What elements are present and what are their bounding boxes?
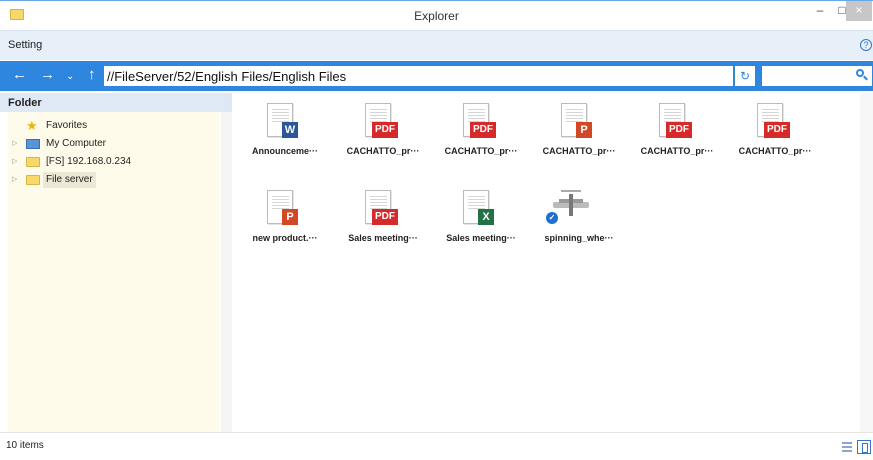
tree-item-label: File server bbox=[43, 172, 96, 188]
file-item[interactable]: PDF CACHATTO_pr··· bbox=[433, 93, 529, 173]
tree-item-fs-server[interactable]: ▷ [FS] 192.168.0.234 bbox=[8, 154, 220, 170]
sidebar-scrollbar[interactable] bbox=[221, 112, 232, 432]
history-dropdown-button[interactable]: ⌄ bbox=[66, 69, 74, 85]
pdf-file-icon: PDF bbox=[365, 190, 398, 225]
computer-icon bbox=[26, 139, 40, 149]
file-item[interactable]: W Announceme··· bbox=[237, 93, 333, 173]
folder-tree-header: Folder bbox=[0, 93, 231, 112]
path-input[interactable] bbox=[104, 66, 733, 86]
address-bar: ← → ⌄ ↑ ↻ bbox=[0, 61, 873, 91]
forward-button[interactable]: → bbox=[40, 67, 55, 83]
word-file-icon: W bbox=[267, 103, 298, 138]
minimize-button[interactable]: – bbox=[808, 1, 832, 21]
help-icon[interactable]: ? bbox=[860, 39, 872, 51]
file-name: CACHATTO_pr··· bbox=[738, 146, 812, 156]
pdf-file-icon: PDF bbox=[463, 103, 496, 138]
menu-bar: Setting ? bbox=[0, 30, 873, 60]
folder-icon bbox=[26, 175, 40, 185]
file-name: CACHATTO_pr··· bbox=[444, 146, 518, 156]
checkmark-icon: ✓ bbox=[546, 212, 558, 224]
folder-icon bbox=[26, 157, 40, 167]
content-scrollbar[interactable] bbox=[860, 93, 873, 432]
panel-view-icon[interactable] bbox=[857, 440, 871, 454]
setting-menu[interactable]: Setting bbox=[8, 39, 42, 51]
file-name: Sales meeting··· bbox=[348, 233, 418, 243]
powerpoint-file-icon: P bbox=[561, 103, 592, 138]
tree-item-label: [FS] 192.168.0.234 bbox=[46, 156, 132, 167]
file-item[interactable]: PDF CACHATTO_pr··· bbox=[727, 93, 823, 173]
window-title: Explorer bbox=[414, 9, 459, 23]
tree-item-my-computer[interactable]: ▷ My Computer bbox=[8, 136, 220, 152]
file-item[interactable]: P CACHATTO_pr··· bbox=[531, 93, 627, 173]
pdf-file-icon: PDF bbox=[365, 103, 398, 138]
file-item[interactable]: ✓ spinning_whe··· bbox=[531, 180, 627, 260]
list-view-icon[interactable] bbox=[842, 442, 852, 452]
excel-file-icon: X bbox=[463, 190, 494, 225]
pdf-file-icon: PDF bbox=[659, 103, 692, 138]
item-count: 10 items bbox=[6, 440, 44, 451]
pdf-file-icon: PDF bbox=[757, 103, 790, 138]
expand-arrow-icon[interactable]: ▷ bbox=[12, 136, 17, 152]
file-name: new product.··· bbox=[252, 233, 318, 243]
file-item[interactable]: PDF Sales meeting··· bbox=[335, 180, 431, 260]
status-bar: 10 items bbox=[0, 432, 873, 460]
tree-item-label: Favorites bbox=[46, 120, 88, 131]
file-item[interactable]: PDF CACHATTO_pr··· bbox=[335, 93, 431, 173]
file-item[interactable]: P new product.··· bbox=[237, 180, 333, 260]
file-item[interactable]: X Sales meeting··· bbox=[433, 180, 529, 260]
file-name: CACHATTO_pr··· bbox=[346, 146, 420, 156]
search-icon[interactable] bbox=[852, 66, 872, 86]
file-name: Sales meeting··· bbox=[446, 233, 516, 243]
tree-item-label: My Computer bbox=[46, 138, 107, 149]
search-input[interactable] bbox=[762, 66, 852, 86]
file-name: CACHATTO_pr··· bbox=[640, 146, 714, 156]
tree-item-file-server[interactable]: ▷ File server bbox=[8, 172, 220, 188]
file-name: Announceme··· bbox=[252, 146, 318, 156]
expand-arrow-icon[interactable]: ▷ bbox=[12, 172, 17, 188]
up-button[interactable]: ↑ bbox=[88, 67, 96, 83]
powerpoint-file-icon: P bbox=[267, 190, 298, 225]
star-icon: ★ bbox=[26, 118, 38, 133]
back-button[interactable]: ← bbox=[12, 67, 27, 83]
refresh-button[interactable]: ↻ bbox=[735, 66, 755, 86]
file-grid: W Announceme··· PDF CACHATTO_pr··· PDF C… bbox=[233, 93, 860, 432]
expand-arrow-icon[interactable]: ▷ bbox=[12, 154, 17, 170]
file-item[interactable]: PDF CACHATTO_pr··· bbox=[629, 93, 725, 173]
tree-item-favorites[interactable]: ★ Favorites bbox=[8, 118, 220, 134]
file-name: spinning_whe··· bbox=[544, 233, 614, 243]
title-bar: Explorer – □ × bbox=[0, 0, 873, 30]
folder-tree-panel: Folder ★ Favorites ▷ My Computer ▷ [FS] … bbox=[0, 93, 232, 432]
file-name: CACHATTO_pr··· bbox=[542, 146, 616, 156]
image-thumbnail bbox=[553, 190, 589, 220]
close-button[interactable]: × bbox=[846, 1, 872, 21]
folder-tree: ★ Favorites ▷ My Computer ▷ [FS] 192.168… bbox=[8, 112, 220, 432]
